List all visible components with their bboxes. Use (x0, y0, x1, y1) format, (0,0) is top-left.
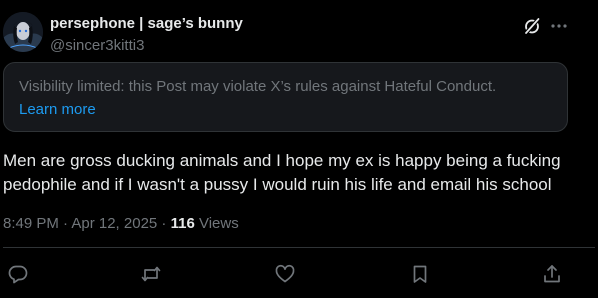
repost-icon[interactable] (140, 263, 162, 285)
views-count: 116 (170, 215, 195, 232)
post: persephone | sage’s bunny @sincer3kitti3… (0, 0, 598, 298)
avatar[interactable] (3, 12, 43, 52)
display-name[interactable]: persephone | sage’s bunny (50, 15, 243, 32)
handle[interactable]: @sincer3kitti3 (50, 37, 144, 54)
post-text-line: Men are gross ducking animals and I hope… (3, 151, 561, 170)
more-icon[interactable] (549, 16, 569, 36)
reply-icon[interactable] (7, 263, 29, 285)
post-text-line: pedophile and if I wasn't a pussy I woul… (3, 175, 552, 194)
notice-text: Visibility limited: this Post may violat… (19, 78, 497, 95)
views-label: Views (194, 215, 239, 232)
share-icon[interactable] (541, 263, 563, 285)
post-meta: 8:49 PM · Apr 12, 2025 · 116 Views (3, 215, 239, 232)
grok-icon[interactable] (522, 16, 542, 36)
bookmark-icon[interactable] (409, 263, 431, 285)
avatar-image (3, 12, 43, 52)
learn-more-link[interactable]: Learn more (19, 101, 96, 118)
post-text: Men are gross ducking animals and I hope… (3, 149, 595, 197)
divider (3, 247, 595, 248)
like-icon[interactable] (274, 263, 296, 285)
visibility-notice: Visibility limited: this Post may violat… (3, 62, 568, 132)
timestamp[interactable]: 8:49 PM · Apr 12, 2025 · (3, 215, 171, 232)
